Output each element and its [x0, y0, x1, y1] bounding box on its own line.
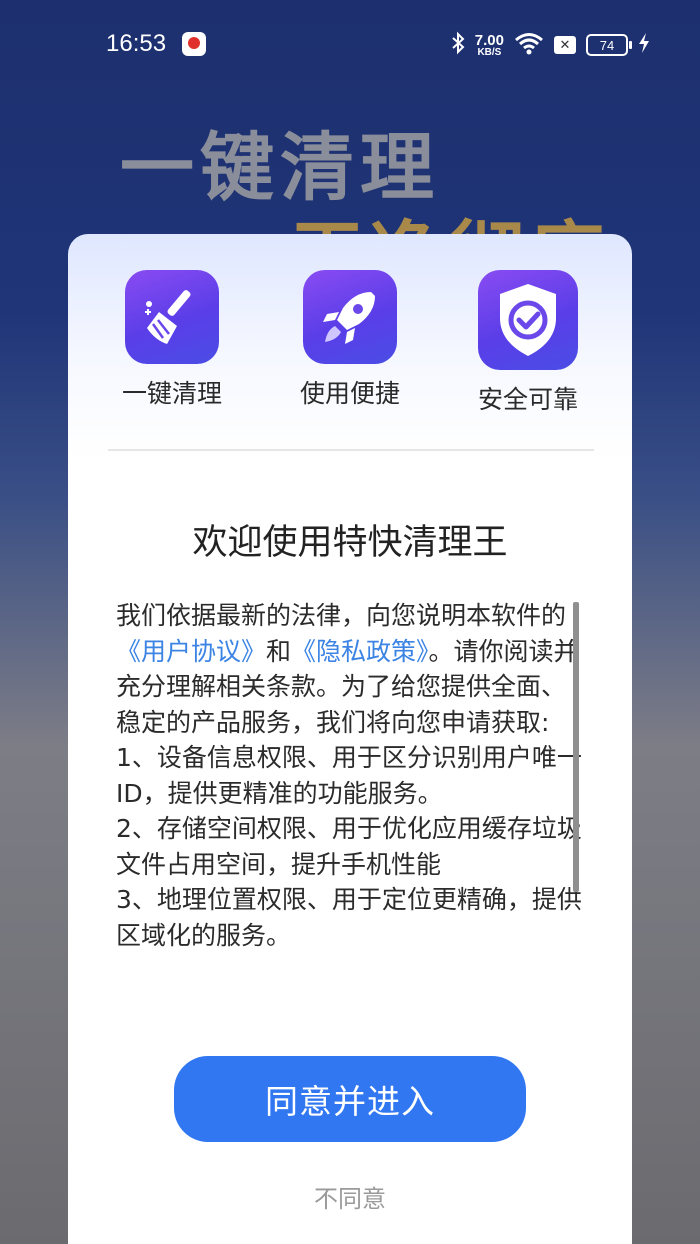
intro-text: 我们依据最新的法律，向您说明本软件的: [116, 601, 567, 630]
permission-item-storage: 2、存储空间权限、用于优化应用缓存垃圾文件占用空间，提升手机性能: [116, 814, 582, 879]
status-bar: 16:53 7.00 KB/S ✕ 74: [0, 0, 700, 90]
divider: [108, 449, 594, 451]
status-time: 16:53: [106, 30, 167, 57]
feature-one-click-clean: 一键清理: [92, 270, 252, 410]
battery-level: 74: [599, 37, 615, 53]
battery-indicator: 74: [586, 34, 632, 56]
bluetooth-icon: [451, 31, 465, 59]
screen: 一键清理 干净彻底 16:53 7.00 KB/S: [0, 0, 700, 1244]
user-agreement-link[interactable]: 《用户协议》: [116, 637, 266, 666]
dialog-title: 欢迎使用特快清理王: [192, 523, 508, 563]
status-icons: 7.00 KB/S ✕ 74: [451, 30, 650, 60]
network-speed-unit: KB/S: [477, 46, 502, 58]
wifi-icon: [514, 31, 544, 59]
broom-icon: [125, 270, 219, 364]
privacy-consent-dialog: 一键清理 使用便捷 安全可靠 欢迎使用特快清理王 我们依据最新的法律，向您说明本…: [68, 234, 632, 1244]
network-speed-value: 7.00: [474, 31, 504, 49]
network-speed: 7.00 KB/S: [475, 33, 504, 58]
map-app-notification-icon: [182, 32, 206, 56]
feature-easy-to-use: 使用便捷: [270, 270, 430, 410]
consent-body-text: 我们依据最新的法律，向您说明本软件的《用户协议》和《隐私政策》。请你阅读并充分理…: [116, 598, 586, 953]
feature-label: 一键清理: [121, 379, 222, 408]
feature-safe-reliable: 安全可靠: [448, 270, 608, 416]
consent-paragraph-1: 我们依据最新的法律，向您说明本软件的《用户协议》和《隐私政策》。请你阅读并充分理…: [116, 598, 586, 811]
body-scrollbar[interactable]: [573, 602, 579, 892]
no-sim-icon: ✕: [554, 36, 576, 54]
rocket-icon: [303, 270, 397, 364]
shield-check-icon: [478, 270, 578, 370]
disagree-button[interactable]: 不同意: [68, 1179, 632, 1214]
and-text: 和: [266, 636, 292, 666]
feature-label: 安全可靠: [477, 385, 578, 414]
permission-item-location: 3、地理位置权限、用于定位更精确，提供区域化的服务。: [116, 885, 582, 950]
charging-icon: [638, 32, 650, 58]
privacy-policy-link[interactable]: 《隐私政策》: [291, 637, 429, 666]
feature-highlights: 一键清理 使用便捷 安全可靠: [68, 234, 632, 434]
agree-and-enter-button[interactable]: 同意并进入: [174, 1056, 526, 1142]
feature-label: 使用便捷: [299, 379, 400, 408]
